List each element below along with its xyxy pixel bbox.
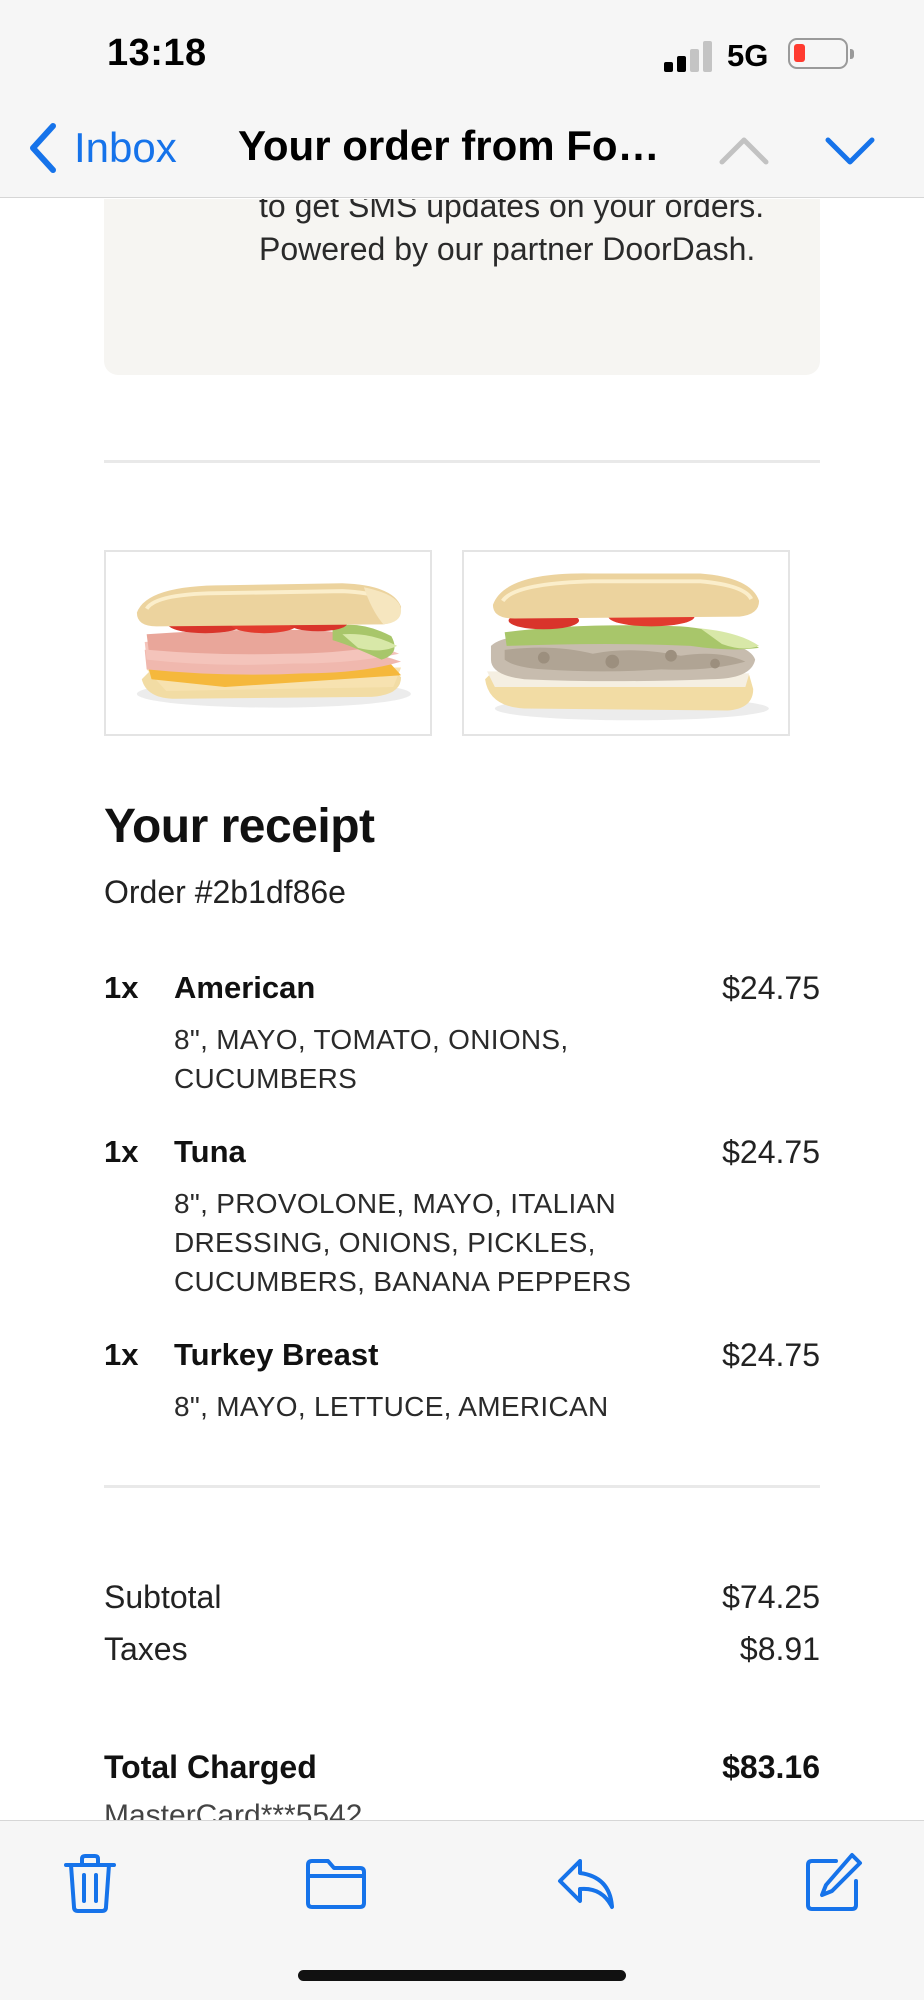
taxes-label: Taxes bbox=[104, 1631, 188, 1667]
total-charged-label: Total Charged bbox=[104, 1749, 317, 1785]
tuna-sandwich-image bbox=[462, 550, 790, 736]
network-type: 5G bbox=[727, 38, 769, 73]
back-button[interactable]: Inbox bbox=[26, 120, 177, 176]
subtotal-value: $74.25 bbox=[722, 1579, 820, 1615]
item-name: American bbox=[174, 970, 316, 1005]
order-item-tuna: 1x Tuna $24.75 8", PROVOLONE, MAYO, ITAL… bbox=[104, 1134, 820, 1297]
status-time: 13:18 bbox=[107, 32, 207, 74]
trash-icon bbox=[64, 1854, 116, 1913]
item-modifiers: 8", PROVOLONE, MAYO, ITALIAN DRESSING, O… bbox=[174, 1188, 632, 1297]
battery-tip bbox=[850, 49, 854, 59]
item-name: Tuna bbox=[174, 1134, 246, 1169]
reply-icon bbox=[558, 1859, 614, 1909]
divider bbox=[104, 460, 820, 463]
item-modifiers: 8", MAYO, TOMATO, ONIONS, CUCUMBERS bbox=[174, 1024, 569, 1094]
chevron-up-icon bbox=[719, 137, 769, 165]
folder-icon bbox=[306, 1859, 366, 1909]
compose-icon bbox=[806, 1853, 862, 1911]
chevron-left-icon bbox=[30, 123, 56, 173]
chevron-down-icon bbox=[825, 137, 875, 165]
reply-button[interactable] bbox=[554, 1851, 618, 1915]
order-item-turkey-breast: 1x Turkey Breast $24.75 8", MAYO, LETTUC… bbox=[104, 1337, 820, 1437]
compose-button[interactable] bbox=[802, 1851, 866, 1915]
sandwich-photo bbox=[107, 552, 429, 734]
status-bar: 13:18 5G bbox=[0, 0, 924, 100]
item-quantity: 1x bbox=[104, 970, 139, 1005]
previous-message-button[interactable] bbox=[716, 128, 772, 172]
item-price: $24.75 bbox=[722, 1337, 820, 1373]
battery-icon bbox=[788, 38, 848, 69]
home-indicator[interactable] bbox=[298, 1970, 626, 1981]
signal-strength-icon bbox=[664, 40, 714, 72]
item-quantity: 1x bbox=[104, 1134, 139, 1169]
email-body[interactable]: to get SMS updates on your orders. Power… bbox=[0, 199, 924, 1820]
payment-method: MasterCard***5542 bbox=[104, 1799, 363, 1820]
move-to-folder-button[interactable] bbox=[304, 1851, 368, 1915]
back-label: Inbox bbox=[74, 124, 177, 171]
receipt-title: Your receipt bbox=[104, 800, 375, 853]
sms-promo-text: to get SMS updates on your orders. Power… bbox=[259, 199, 765, 267]
subtotal-label: Subtotal bbox=[104, 1579, 222, 1615]
next-message-button[interactable] bbox=[822, 128, 878, 172]
item-name: Turkey Breast bbox=[174, 1337, 379, 1372]
item-price: $24.75 bbox=[722, 1134, 820, 1170]
message-subject: Your order from Fo… bbox=[238, 122, 660, 169]
delete-button[interactable] bbox=[58, 1851, 122, 1915]
divider bbox=[104, 1485, 820, 1488]
item-modifiers: 8", MAYO, LETTUCE, AMERICAN bbox=[174, 1391, 609, 1422]
american-sandwich-image bbox=[104, 550, 432, 736]
order-number: Order #2b1df86e bbox=[104, 874, 346, 910]
sandwich-photo bbox=[465, 552, 787, 734]
taxes-value: $8.91 bbox=[739, 1631, 820, 1667]
item-quantity: 1x bbox=[104, 1337, 139, 1372]
total-charged-value: $83.16 bbox=[722, 1749, 820, 1785]
item-price: $24.75 bbox=[722, 970, 820, 1006]
sms-promo-card: to get SMS updates on your orders. Power… bbox=[104, 199, 820, 375]
order-item-american: 1x American $24.75 8", MAYO, TOMATO, ONI… bbox=[104, 970, 820, 1094]
mail-nav-bar: Inbox Your order from Fo… bbox=[0, 100, 924, 198]
